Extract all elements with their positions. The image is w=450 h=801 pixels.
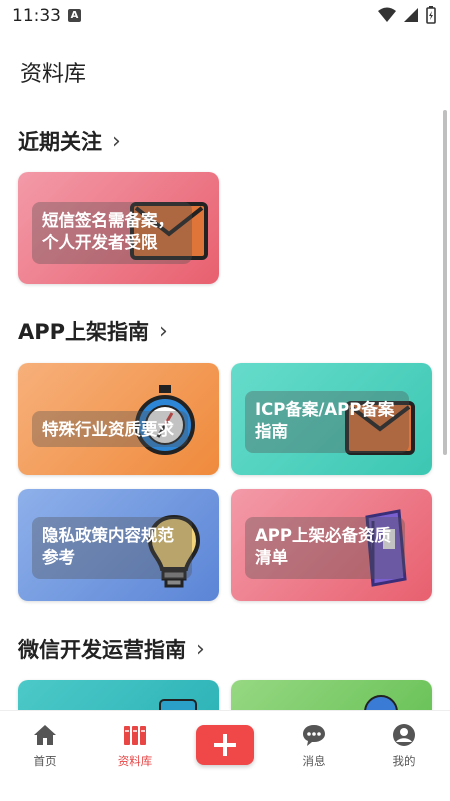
globe-icon [364, 695, 398, 710]
tab-library[interactable]: 资料库 [105, 723, 165, 769]
signal-icon [404, 8, 418, 22]
library-icon [124, 726, 146, 745]
status-icons [378, 6, 436, 24]
tab-label: 资料库 [117, 754, 153, 768]
tab-home[interactable]: 首页 [15, 723, 75, 769]
card-wechat-2[interactable] [231, 680, 432, 710]
chevron-right-icon: › [112, 128, 121, 154]
tab-label: 消息 [302, 754, 326, 768]
card-wechat-1[interactable] [18, 680, 219, 710]
section-title-app-guide: APP上架指南 [18, 320, 150, 344]
card-sms-signature[interactable]: 短信签名需备案，个人开发者受限 [18, 172, 219, 284]
battery-icon [426, 6, 436, 24]
section-app-guide[interactable]: APP上架指南 › [18, 316, 168, 346]
card-icon [159, 699, 197, 710]
bottom-tab-bar: 首页 资料库 消息 我的 [0, 710, 450, 801]
section-title-recent: 近期关注 [18, 130, 102, 154]
notification-a-icon: A [68, 9, 81, 22]
home-icon [34, 725, 56, 745]
card-label: APP上架必备资质清单 [245, 517, 405, 579]
card-privacy-policy[interactable]: 隐私政策内容规范参考 [18, 489, 219, 601]
card-label: 特殊行业资质要求 [32, 411, 188, 447]
tab-messages[interactable]: 消息 [284, 723, 344, 769]
card-label: 短信签名需备案，个人开发者受限 [32, 202, 192, 264]
status-bar: 11:33 A [0, 0, 450, 32]
tab-label: 我的 [392, 754, 416, 768]
status-time: 11:33 [12, 6, 61, 26]
wifi-icon [378, 7, 396, 22]
section-title-wechat-guide: 微信开发运营指南 [18, 638, 186, 662]
profile-icon [393, 724, 415, 746]
card-special-industry[interactable]: 特殊行业资质要求 [18, 363, 219, 475]
tab-profile[interactable]: 我的 [374, 723, 434, 769]
chevron-right-icon: › [196, 636, 205, 662]
section-recent[interactable]: 近期关注 › [18, 126, 121, 156]
card-icp-filing[interactable]: ICP备案/APP备案指南 [231, 363, 432, 475]
chat-icon [303, 725, 325, 746]
plus-icon [214, 734, 236, 756]
scrollbar[interactable] [443, 110, 447, 455]
section-wechat-guide[interactable]: 微信开发运营指南 › [18, 634, 205, 664]
chevron-right-icon: › [159, 318, 168, 344]
card-label: 隐私政策内容规范参考 [32, 517, 192, 579]
tab-label: 首页 [33, 754, 57, 768]
card-app-qualification[interactable]: APP上架必备资质清单 [231, 489, 432, 601]
add-button[interactable] [196, 725, 254, 765]
page-title: 资料库 [20, 62, 87, 87]
card-label: ICP备案/APP备案指南 [245, 391, 409, 453]
